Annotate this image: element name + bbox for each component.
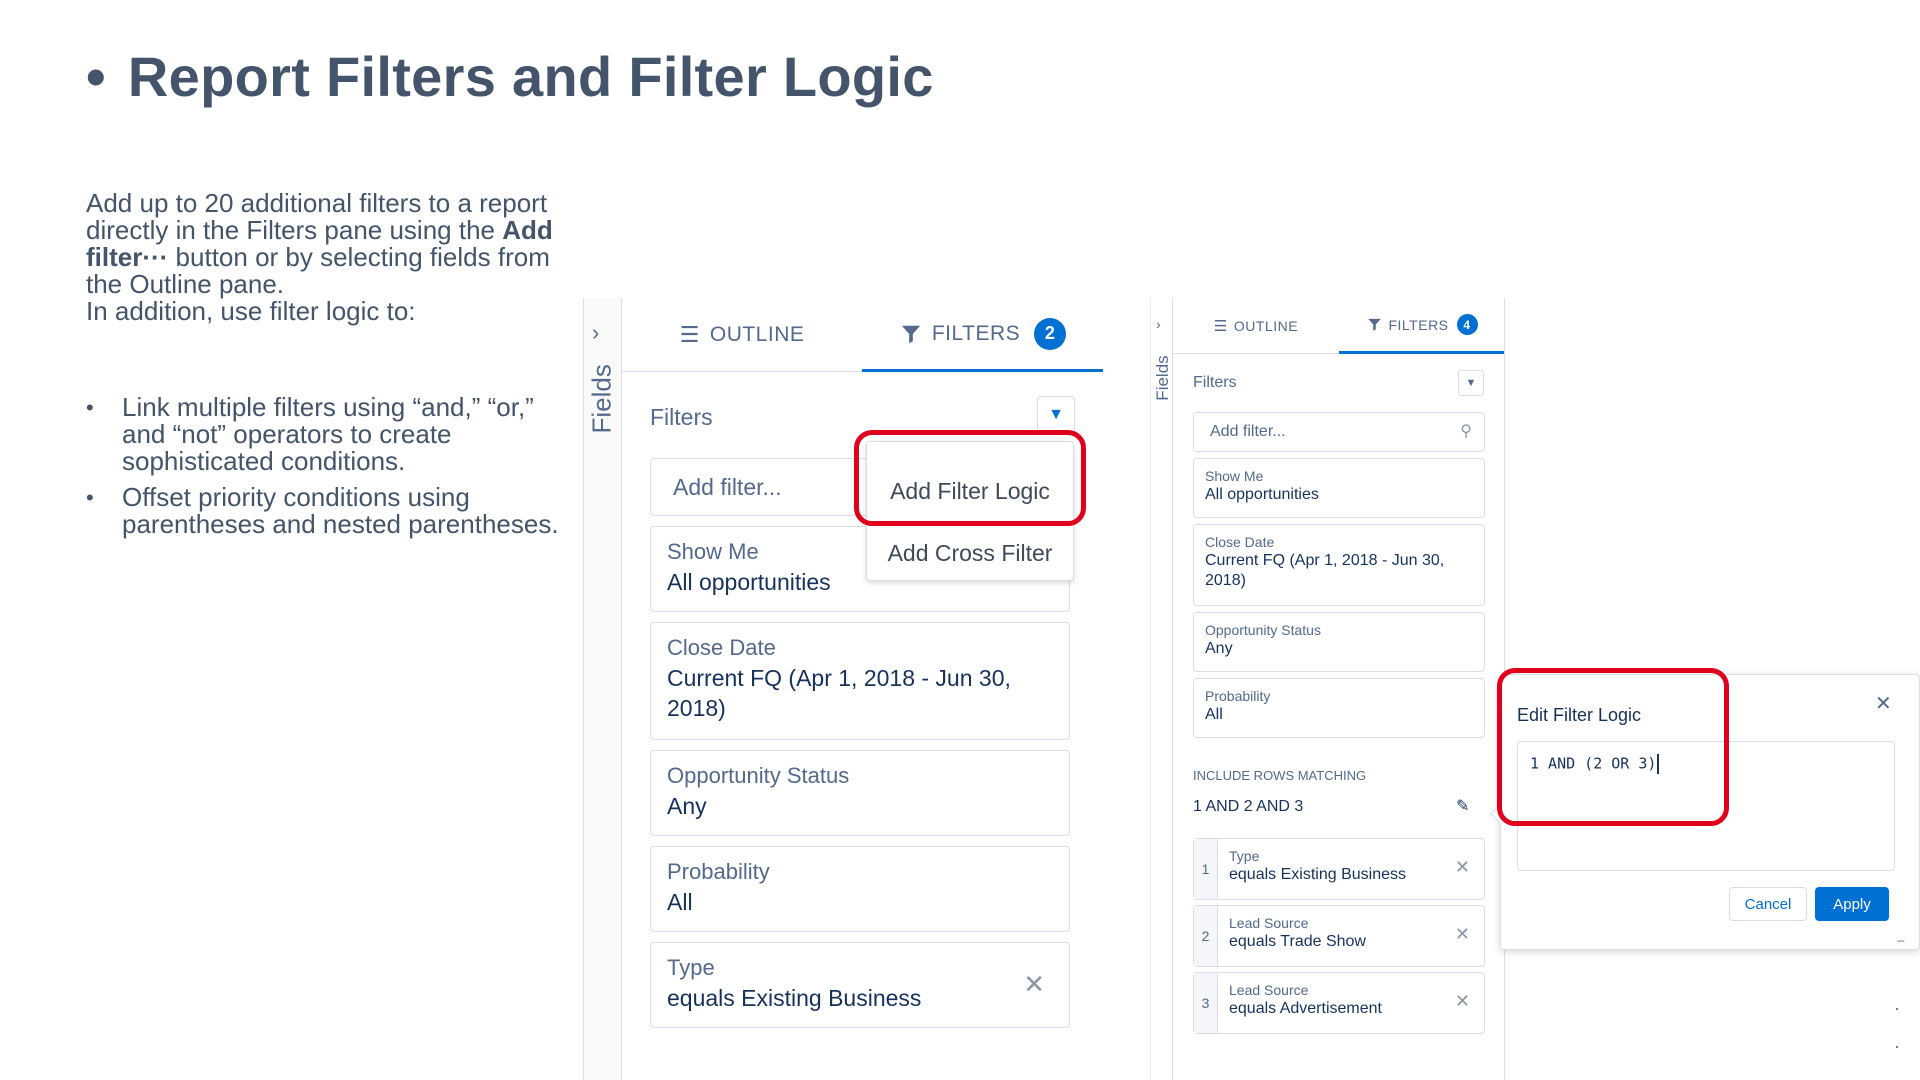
slide-title: • Report Filters and Filter Logic bbox=[86, 45, 934, 108]
fields-rail[interactable]: › Fields bbox=[1151, 298, 1173, 1080]
chevron-right-icon[interactable]: › bbox=[592, 320, 599, 346]
panel-tabs: ☰ Outline Filters 4 bbox=[1173, 298, 1504, 354]
filter-card-label: Opportunity Status bbox=[667, 763, 850, 788]
chevron-down-icon: ▼ bbox=[1465, 377, 1477, 389]
include-rows-label: Include rows matching bbox=[1193, 768, 1367, 783]
filter-card-value: equals Existing Business bbox=[667, 985, 922, 1011]
edge-fragment: ⁻ bbox=[1896, 934, 1906, 954]
tab-filters[interactable]: Filters 2 bbox=[862, 298, 1103, 372]
filters-heading: Filters bbox=[1193, 374, 1237, 391]
filter-card-value: Current FQ (Apr 1, 2018 - Jun 30, 2018) bbox=[667, 665, 1011, 721]
tab-outline[interactable]: ☰ Outline bbox=[1173, 298, 1339, 354]
filter-card-value: Any bbox=[1205, 640, 1233, 657]
filter-card-close-date[interactable]: Close Date Current FQ (Apr 1, 2018 - Jun… bbox=[1193, 524, 1485, 606]
filters-heading: Filters bbox=[650, 404, 713, 430]
filter-card-value: Any bbox=[667, 793, 707, 819]
bullet-item: Link multiple filters using “and,” “or,”… bbox=[86, 394, 566, 475]
filters-count-badge: 4 bbox=[1456, 314, 1478, 335]
funnel-icon bbox=[1368, 318, 1382, 331]
tab-filters-label: Filters bbox=[931, 321, 1021, 345]
edge-bullet: · bbox=[1894, 998, 1900, 1018]
filter-logic-value: 1 AND 2 AND 3 bbox=[1193, 798, 1304, 815]
pencil-icon[interactable]: ✎ bbox=[1456, 796, 1469, 816]
numbered-filter-card[interactable]: 2 Lead Source equals Trade Show ✕ bbox=[1193, 905, 1485, 967]
filter-card-body: Lead Source equals Trade Show bbox=[1218, 906, 1377, 966]
funnel-icon bbox=[901, 325, 921, 343]
bullet-list: Link multiple filters using “and,” “or,”… bbox=[86, 394, 566, 547]
filter-card-opportunity-status[interactable]: Opportunity Status Any bbox=[650, 750, 1070, 836]
close-icon[interactable]: ✕ bbox=[1875, 691, 1892, 716]
filters-menu-button[interactable]: ▼ bbox=[1458, 370, 1484, 396]
filter-card-body: Lead Source equals Advertisement bbox=[1218, 973, 1393, 1033]
filter-card-type[interactable]: Type equals Existing Business ✕ bbox=[650, 942, 1070, 1028]
fields-rail[interactable]: › Fields bbox=[584, 298, 622, 1080]
filter-card-value: equals Trade Show bbox=[1229, 933, 1366, 950]
filters-count-badge: 2 bbox=[1034, 317, 1067, 350]
fields-rail-label: Fields bbox=[1153, 355, 1172, 401]
filters-panel-small: › Fields ☰ Outline Filters 4 Filters ▼ A… bbox=[1150, 298, 1505, 1080]
filter-card-label: Type bbox=[1229, 848, 1260, 864]
slide-title-text: Report Filters and Filter Logic bbox=[127, 45, 934, 108]
filter-card-label: Lead Source bbox=[1229, 915, 1309, 931]
highlight-box-add-filter-logic bbox=[854, 430, 1086, 526]
filter-card-show-me[interactable]: Show Me All opportunities bbox=[1193, 458, 1485, 518]
filter-card-body: Type equals Existing Business bbox=[1218, 839, 1417, 899]
filter-card-label: Show Me bbox=[1205, 468, 1264, 484]
tab-outline-label: Outline bbox=[709, 323, 805, 346]
filter-number: 2 bbox=[1194, 906, 1218, 966]
filter-card-label: Close Date bbox=[1205, 534, 1275, 550]
search-icon: ⚲ bbox=[1460, 423, 1472, 440]
list-icon: ☰ bbox=[1213, 318, 1228, 335]
apply-button[interactable]: Apply bbox=[1815, 887, 1889, 921]
filter-card-label: Probability bbox=[667, 859, 770, 884]
filter-card-probability[interactable]: Probability All bbox=[650, 846, 1070, 932]
numbered-filter-card[interactable]: 3 Lead Source equals Advertisement ✕ bbox=[1193, 972, 1485, 1034]
chevron-right-icon[interactable]: › bbox=[1156, 316, 1161, 332]
filter-card-probability[interactable]: Probability All bbox=[1193, 678, 1485, 738]
close-icon[interactable]: ✕ bbox=[1455, 924, 1470, 945]
filter-card-label: Opportunity Status bbox=[1205, 622, 1321, 638]
filter-card-value: equals Existing Business bbox=[1229, 866, 1406, 883]
intro-part-3: In addition, use filter logic to: bbox=[86, 296, 416, 326]
filter-card-label: Lead Source bbox=[1229, 982, 1309, 998]
filter-number: 3 bbox=[1194, 973, 1218, 1033]
add-filter-input[interactable]: Add filter... ⚲ bbox=[1193, 412, 1485, 452]
intro-part-1: Add up to 20 additional filters to a rep… bbox=[86, 188, 548, 245]
close-icon[interactable]: ✕ bbox=[1455, 991, 1470, 1012]
menu-item-add-cross-filter[interactable]: Add Cross Filter bbox=[867, 540, 1073, 567]
intro-text: Add up to 20 additional filters to a rep… bbox=[86, 190, 566, 325]
tab-outline-label: Outline bbox=[1233, 318, 1299, 334]
panel-tabs: ☰ Outline Filters 2 bbox=[622, 298, 1103, 372]
filter-card-value: All opportunities bbox=[1205, 486, 1319, 503]
filter-card-opportunity-status[interactable]: Opportunity Status Any bbox=[1193, 612, 1485, 672]
close-icon[interactable]: ✕ bbox=[1455, 857, 1470, 878]
filter-card-label: Type bbox=[667, 955, 715, 980]
fields-rail-label: Fields bbox=[586, 364, 617, 434]
numbered-filter-card[interactable]: 1 Type equals Existing Business ✕ bbox=[1193, 838, 1485, 900]
filter-card-close-date[interactable]: Close Date Current FQ (Apr 1, 2018 - Jun… bbox=[650, 622, 1070, 740]
chevron-down-icon: ▼ bbox=[1048, 406, 1064, 423]
edge-bullet: · bbox=[1894, 1036, 1900, 1056]
filter-card-value: All bbox=[1205, 706, 1223, 723]
add-filter-placeholder: Add filter... bbox=[1210, 423, 1286, 440]
filter-card-value: equals Advertisement bbox=[1229, 1000, 1382, 1017]
cancel-button[interactable]: Cancel bbox=[1729, 887, 1807, 921]
filter-card-label: Probability bbox=[1205, 688, 1271, 704]
filters-menu-button[interactable]: ▼ bbox=[1037, 396, 1075, 434]
filter-card-value: Current FQ (Apr 1, 2018 - Jun 30, 2018) bbox=[1205, 552, 1445, 589]
filter-number: 1 bbox=[1194, 839, 1218, 899]
close-icon[interactable]: ✕ bbox=[1023, 969, 1045, 1000]
list-icon: ☰ bbox=[679, 322, 700, 347]
filters-panel-large: › Fields ☰ Outline Filters 2 Filters ▼ A… bbox=[583, 298, 1103, 1080]
filter-card-value: All bbox=[667, 889, 693, 915]
bullet-item: Offset priority conditions using parenth… bbox=[86, 484, 566, 538]
highlight-box-edit-filter-logic bbox=[1497, 668, 1729, 826]
tab-filters[interactable]: Filters 4 bbox=[1339, 298, 1504, 354]
tab-outline[interactable]: ☰ Outline bbox=[622, 298, 862, 372]
filter-card-label: Close Date bbox=[667, 635, 776, 660]
tab-filters-label: Filters bbox=[1388, 316, 1449, 333]
